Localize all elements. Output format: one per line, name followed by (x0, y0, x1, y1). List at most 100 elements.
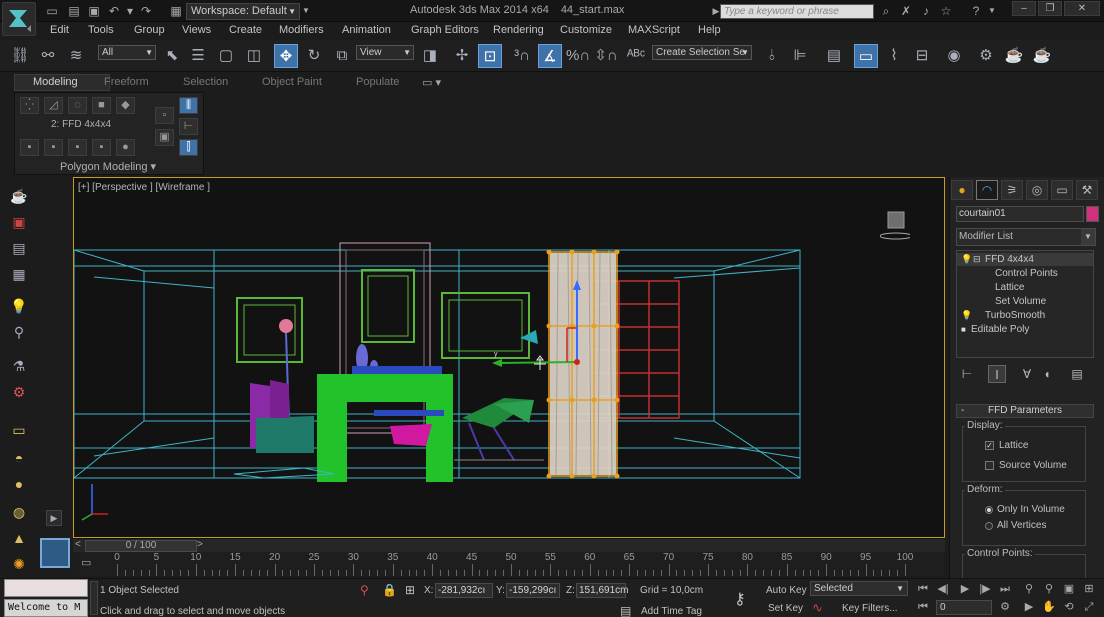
menu-rendering[interactable]: Rendering (493, 24, 544, 36)
pan-view-icon[interactable]: ✋ (1040, 599, 1058, 615)
rectangular-selection-icon[interactable]: ▢ (214, 44, 238, 68)
key-mode-dropdown[interactable]: Selected ▼ (810, 581, 908, 596)
help-dropdown-icon[interactable]: ▼ (984, 3, 1000, 19)
rendered-frame-window-icon[interactable]: ☕ (1002, 44, 1026, 68)
stack-item-control-points[interactable]: Control Points (957, 267, 1093, 280)
ribbon-side-button-1[interactable]: ▫ (155, 107, 174, 124)
absolute-mode-icon[interactable]: ⊞ (405, 583, 415, 597)
element-mode-icon[interactable]: ◆ (116, 97, 135, 114)
sun-icon[interactable]: ✺ (9, 554, 29, 574)
selection-filter-dropdown[interactable]: All ▼ (98, 45, 156, 60)
make-unique-icon[interactable]: ▪ (44, 139, 63, 156)
binoculars-search-icon[interactable]: ⌕ (878, 3, 894, 19)
pivot-center-icon[interactable]: ◨ (418, 44, 442, 68)
next-frame-icon[interactable]: > (197, 539, 203, 550)
go-to-start-icon[interactable]: ⏮ (914, 581, 932, 597)
bind-space-warp-icon[interactable]: ≋ (64, 44, 88, 68)
bulb-icon[interactable]: 💡 (961, 309, 972, 322)
select-object-icon[interactable]: ⬉ (160, 44, 184, 68)
schematic-view-icon[interactable]: ⊟ (910, 44, 934, 68)
key-mode-toggle-icon[interactable]: ⏮ (914, 599, 932, 615)
expand-plus-icon[interactable]: ■ (961, 323, 966, 336)
collapse-stack-icon[interactable]: ● (116, 139, 135, 156)
source-volume-checkbox[interactable] (985, 461, 994, 470)
spinner-snap-icon[interactable]: ⇳∩ (594, 44, 618, 68)
viewcube[interactable] (879, 210, 913, 240)
cone-primitive-icon[interactable]: ▲ (9, 528, 29, 548)
select-and-rotate-icon[interactable]: ↻ (302, 44, 326, 68)
zoom-all-icon[interactable]: ⚲ (1040, 581, 1058, 597)
workspace-dropdown[interactable]: Workspace: Default ▼ (186, 3, 300, 20)
open-file-icon[interactable]: ▤ (66, 3, 82, 19)
curve-editor-icon[interactable]: ⌇ (882, 44, 906, 68)
render-production-icon[interactable]: ☕ (1030, 44, 1054, 68)
layer-manager-icon[interactable]: ▤ (822, 44, 846, 68)
material-editor-icon[interactable]: ◉ (942, 44, 966, 68)
ribbon-options-icon[interactable]: ▭ ▾ (422, 76, 441, 89)
show-cage-icon[interactable]: ⫿ (179, 139, 198, 156)
menu-customize[interactable]: Customize (560, 24, 612, 36)
undo-dropdown-icon[interactable]: ▾ (122, 3, 138, 19)
menu-tools[interactable]: Tools (88, 24, 114, 36)
camera-icon[interactable]: ⚲ (9, 322, 29, 342)
help-icon[interactable]: ? (968, 3, 984, 19)
rig-icon[interactable]: ⚗ (9, 356, 29, 376)
mini-curve-editor-icon[interactable]: ▭ (81, 556, 95, 570)
stack-item-set-volume[interactable]: Set Volume (957, 295, 1093, 308)
restore-button[interactable]: ❐ (1038, 1, 1062, 16)
manipulate-icon[interactable]: ✢ (450, 44, 474, 68)
auto-key-button[interactable]: Auto Key (766, 585, 807, 596)
keyboard-shortcut-override-icon[interactable]: ⊡ (478, 44, 502, 68)
time-configuration-icon[interactable]: ⚙ (996, 599, 1014, 615)
select-and-scale-icon[interactable]: ⧉ (330, 44, 354, 68)
redo-icon[interactable]: ↷ (138, 3, 154, 19)
object-color-swatch[interactable] (1086, 206, 1099, 222)
menu-create[interactable]: Create (229, 24, 262, 36)
motion-tab-icon[interactable]: ◎ (1026, 180, 1048, 200)
bulb-icon[interactable]: 💡 (961, 253, 972, 266)
select-and-link-icon[interactable]: ⛓ (8, 44, 32, 68)
ffd-parameters-rollout[interactable]: - FFD Parameters (956, 404, 1094, 418)
utilities-tab-icon[interactable]: ⚒ (1076, 180, 1098, 200)
track-bar[interactable]: ▭ 0 5 10 15 20 25 30 35 40 45 50 55 60 65 70 75 80 85 90 95… (73, 552, 945, 576)
use-stack-icon[interactable]: ⫼ (179, 97, 198, 114)
search-input[interactable]: Type a keyword or phrase (720, 4, 874, 19)
close-button[interactable]: ✕ (1064, 1, 1100, 16)
go-to-end-icon[interactable]: ⏭ (996, 581, 1014, 597)
expand-minus-icon[interactable]: ⊟ (973, 253, 981, 266)
time-slider[interactable]: < 0 / 100 > (73, 538, 945, 552)
scene-explorer-icon[interactable]: ▣ (9, 212, 29, 232)
reference-coordinate-dropdown[interactable]: View ▼ (356, 45, 414, 60)
save-file-icon[interactable]: ▣ (86, 3, 102, 19)
zoom-extents-icon[interactable]: ▣ (1060, 581, 1078, 597)
expand-panel-icon[interactable]: ▶ (46, 510, 62, 526)
graphite-ribbon-icon[interactable]: ▭ (854, 44, 878, 68)
vertex-mode-icon[interactable]: ⁛ (20, 97, 39, 114)
undo-icon[interactable]: ↶ (106, 3, 122, 19)
table-icon[interactable]: ▦ (9, 264, 29, 284)
isolate-selection-icon[interactable]: ⚲ (360, 583, 369, 597)
border-mode-icon[interactable]: ◌ (68, 97, 87, 114)
maxscript-listener-input[interactable] (4, 579, 88, 597)
key-icon[interactable]: ⚷ (734, 589, 746, 609)
all-vertices-radio[interactable] (985, 522, 993, 530)
teapot-icon[interactable]: ☕ (9, 186, 29, 206)
stack-item-editable-poly[interactable]: ■ Editable Poly (957, 323, 1093, 336)
dome-primitive-icon[interactable]: ◓ (9, 448, 29, 468)
selection-lock-icon[interactable]: 🔒 (382, 583, 397, 597)
menu-modifiers[interactable]: Modifiers (279, 24, 324, 36)
stack-item-turbosmooth[interactable]: 💡 TurboSmooth (957, 309, 1093, 322)
quick-access-menu-icon[interactable]: ▼ (298, 3, 314, 19)
default-in-out-tangent-icon[interactable]: ∿ (812, 600, 823, 616)
maximize-viewport-icon[interactable]: ⤢ (1080, 599, 1098, 615)
make-unique-icon[interactable]: ∀ (1018, 365, 1036, 383)
select-and-move-icon[interactable]: ✥ (274, 44, 298, 68)
tools-icon[interactable]: ✗ (898, 3, 914, 19)
named-selection-dropdown[interactable]: Create Selection Se ▼ (652, 45, 752, 60)
menu-group[interactable]: Group (134, 24, 165, 36)
render-setup-icon[interactable]: ⚙ (974, 44, 998, 68)
display-tab-icon[interactable]: ▭ (1051, 180, 1073, 200)
menu-edit[interactable]: Edit (50, 24, 69, 36)
ribbon-footer[interactable]: Polygon Modeling ▾ (60, 160, 156, 173)
tab-object-paint[interactable]: Object Paint (262, 76, 322, 88)
